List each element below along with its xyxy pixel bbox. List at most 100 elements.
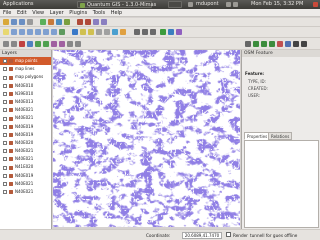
add-island-icon[interactable] [43,41,49,47]
layer-item[interactable]: N40E010 [0,82,51,90]
layer-visibility-checkbox[interactable] [3,132,7,137]
merge-icon[interactable] [59,41,65,47]
measure-area-icon[interactable] [104,29,110,35]
tab-properties[interactable]: Properties [244,132,271,140]
osm-add-line-icon[interactable] [261,41,267,47]
osm-import-icon[interactable] [93,19,99,25]
osm-pointer-icon[interactable] [245,41,251,47]
delete-feature-icon[interactable] [19,41,25,47]
save-as-icon[interactable] [19,19,25,25]
username[interactable]: mdupont [196,0,219,9]
osm-add-polygon-icon[interactable] [269,41,275,47]
deselect-icon[interactable] [88,29,94,35]
add-vector-icon[interactable] [40,19,46,25]
layer-visibility-checkbox[interactable] [3,75,7,80]
grass-icon[interactable] [168,29,174,35]
menu-layer[interactable]: Layer [50,10,64,16]
layer-item[interactable]: N39E010 [0,90,51,98]
layer-visibility-checkbox[interactable] [3,59,7,64]
move-feature-icon[interactable] [27,41,33,47]
identify-icon[interactable] [72,29,78,35]
layer-item[interactable]: N40E021 [0,188,51,196]
zoom-selection-icon[interactable] [35,29,41,35]
layer-item[interactable]: N40E021 [0,147,51,155]
layer-visibility-checkbox[interactable] [3,116,7,121]
layer-item[interactable]: N40E021 [0,155,51,163]
mail-icon[interactable] [226,2,231,7]
osm-upload-icon[interactable] [85,19,91,25]
coordinate-field[interactable]: 20.6089,41.7470 [182,232,222,239]
bookmark-icon[interactable] [120,29,126,35]
layer-item[interactable]: N40E021 [0,106,51,114]
menu-help[interactable]: Help [111,10,122,16]
layer-visibility-checkbox[interactable] [3,182,7,186]
properties-table[interactable] [244,140,319,228]
osm-add-point-icon[interactable] [253,41,259,47]
layer-visibility-checkbox[interactable] [3,100,7,105]
layer-item[interactable]: N40E013 [0,98,51,106]
layer-visibility-checkbox[interactable] [3,124,7,129]
pan-icon[interactable] [3,29,9,35]
layer-visibility-checkbox[interactable] [3,83,7,88]
layer-visibility-checkbox[interactable] [3,141,7,146]
open-icon[interactable] [3,19,9,25]
capture-polygon-icon[interactable] [150,29,156,35]
osm-undo-icon[interactable] [293,41,299,47]
zoom-out-icon[interactable] [19,29,25,35]
save-icon[interactable] [11,19,17,25]
layer-visibility-checkbox[interactable] [3,165,7,170]
refresh-icon[interactable] [59,29,65,35]
measure-line-icon[interactable] [96,29,102,35]
layer-item[interactable]: N40E021 [0,114,51,122]
layer-visibility-checkbox[interactable] [3,108,7,113]
layer-item[interactable]: N40E019 [0,131,51,139]
browser-launcher[interactable] [168,1,182,8]
render-checkbox[interactable] [226,232,231,237]
volume-icon[interactable] [233,2,238,7]
layer-visibility-checkbox[interactable] [3,91,7,96]
applications-menu[interactable]: Applications [3,0,34,9]
layer-item[interactable]: N40E019 [0,172,51,180]
tab-relations[interactable]: Relations [268,132,293,140]
osm-move-icon[interactable] [285,41,291,47]
node-tool-icon[interactable] [11,41,17,47]
layer-visibility-checkbox[interactable] [3,157,7,162]
osm-redo-icon[interactable] [301,41,307,47]
digitize-icon[interactable] [3,41,9,47]
capture-line-icon[interactable] [142,29,148,35]
osm-delete-icon[interactable] [277,41,283,47]
menu-edit[interactable]: Edit [17,10,27,16]
menu-plugins[interactable]: Plugins [69,10,87,16]
plugin-icon[interactable] [160,29,166,35]
menu-tools[interactable]: Tools [93,10,105,16]
select-icon[interactable] [80,29,86,35]
add-ring-icon[interactable] [35,41,41,47]
menu-file[interactable]: File [3,10,11,16]
network-icon[interactable] [188,2,193,7]
layer-item[interactable]: map points [0,57,51,66]
map-canvas[interactable] [53,50,240,227]
layer-item[interactable]: map polygons [0,73,51,81]
zoom-layer-icon[interactable] [43,29,49,35]
split-icon[interactable] [51,41,57,47]
power-icon[interactable] [313,2,318,7]
taskbar-window-button[interactable]: Quantum GIS - 1.3.0-Mimas [77,1,156,8]
layer-item[interactable]: N41E020 [0,163,51,171]
clock[interactable]: Mon Feb 15, 3:32 PM [251,0,303,9]
copy-icon[interactable] [67,41,73,47]
python-icon[interactable] [176,29,182,35]
layer-item[interactable]: N40E019 [0,123,51,131]
zoom-full-icon[interactable] [27,29,33,35]
layer-item[interactable]: N40E021 [0,180,51,188]
layer-visibility-checkbox[interactable] [3,173,7,178]
layer-visibility-checkbox[interactable] [3,190,7,195]
layer-item[interactable]: map lines [0,65,51,73]
zoom-in-icon[interactable] [11,29,17,35]
add-postgis-icon[interactable] [56,19,62,25]
layer-item[interactable]: N40E020 [0,139,51,147]
osm-download-icon[interactable] [77,19,83,25]
layer-visibility-checkbox[interactable] [3,67,7,72]
add-raster-icon[interactable] [48,19,54,25]
osm-save-icon[interactable] [101,19,107,25]
paste-icon[interactable] [75,41,81,47]
